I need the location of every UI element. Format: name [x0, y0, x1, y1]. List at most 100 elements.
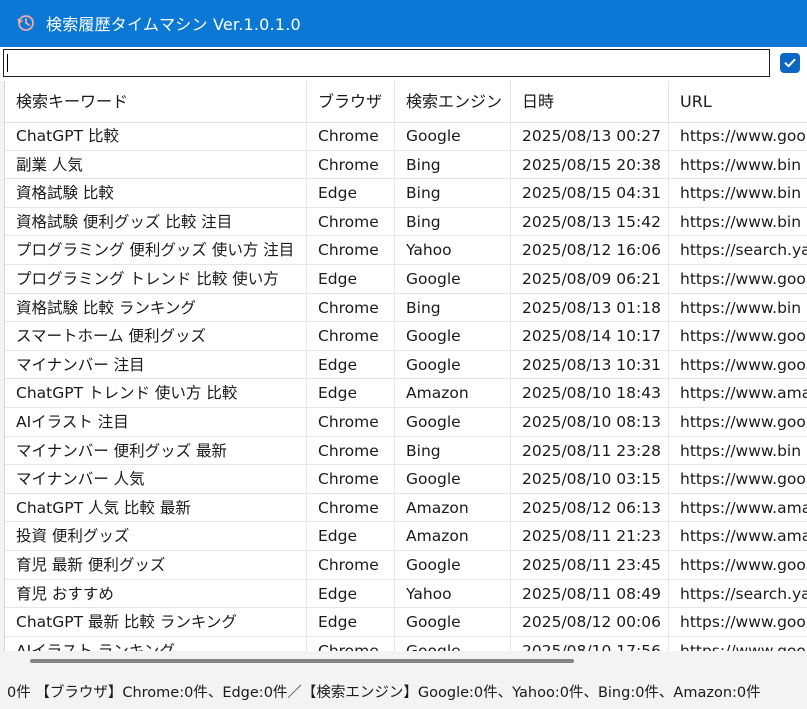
cell-browser: Edge — [307, 350, 395, 380]
scrollbar-thumb[interactable] — [30, 659, 574, 663]
table-row[interactable]: マイナンバー 便利グッズ 最新 Chrome Bing 2025/08/11 23:2… — [5, 436, 807, 466]
column-header-keyword[interactable]: 検索キーワード — [5, 81, 307, 122]
cell-datetime: 2025/08/11 08:49 — [511, 579, 669, 609]
cell-url: https://www.bin — [669, 179, 807, 208]
table-row[interactable]: 副業 人気 Chrome Bing 2025/08/15 20:38 https://w… — [5, 150, 807, 180]
table-row[interactable]: AIイラスト 注目 Chrome Google 2025/08/10 08:13 htt… — [5, 407, 807, 437]
cell-browser: Edge — [307, 579, 395, 609]
text-caret — [7, 54, 8, 72]
cell-keyword: ChatGPT 最新 比較 ランキング — [5, 608, 307, 637]
cell-url: https://www.goo — [669, 351, 807, 380]
cell-url: https://www.goo — [669, 465, 807, 494]
cell-datetime: 2025/08/13 10:31 — [511, 350, 669, 380]
cell-keyword: AIイラスト 注目 — [5, 407, 307, 437]
table-row[interactable]: マイナンバー 注目 Edge Google 2025/08/13 10:31 https… — [5, 350, 807, 380]
history-table[interactable]: 検索キーワード ブラウザ 検索エンジン 日時 URL ChatGPT 比較 Chr… — [4, 81, 807, 651]
table-row[interactable]: ChatGPT 人気 比較 最新 Chrome Amazon 2025/08/12 0… — [5, 493, 807, 523]
cell-datetime: 2025/08/11 23:28 — [511, 436, 669, 466]
table-row[interactable]: ChatGPT 最新 比較 ランキング Edge Google 2025/08/12 … — [5, 608, 807, 637]
table-row[interactable]: マイナンバー 人気 Chrome Google 2025/08/10 03:15 htt… — [5, 465, 807, 494]
table-row[interactable]: ChatGPT 比較 Chrome Google 2025/08/13 00:27 ht… — [5, 122, 807, 151]
table-body: ChatGPT 比較 Chrome Google 2025/08/13 00:27 ht… — [5, 122, 807, 651]
cell-browser: Chrome — [307, 293, 395, 323]
cell-url: https://www.bin — [669, 208, 807, 237]
cell-engine: Google — [395, 322, 511, 351]
cell-url: https://www.bin — [669, 294, 807, 323]
cell-engine: Google — [395, 407, 511, 437]
search-bar — [0, 46, 807, 81]
cell-keyword: プログラミング トレンド 比較 使い方 — [5, 264, 307, 294]
column-header-browser[interactable]: ブラウザ — [307, 81, 395, 122]
cell-browser: Chrome — [307, 436, 395, 466]
checkmark-icon — [784, 58, 796, 68]
column-header-engine[interactable]: 検索エンジン — [395, 81, 511, 122]
table-row[interactable]: 資格試験 比較 Edge Bing 2025/08/15 04:31 https://w… — [5, 179, 807, 208]
cell-datetime: 2025/08/13 15:42 — [511, 207, 669, 237]
cell-url: https://www.goo — [669, 122, 807, 151]
table-row[interactable]: 育児 おすすめ Edge Yahoo 2025/08/11 08:49 https://… — [5, 579, 807, 609]
cell-engine: Bing — [395, 150, 511, 180]
cell-datetime: 2025/08/15 20:38 — [511, 150, 669, 180]
column-header-url[interactable]: URL — [669, 81, 807, 122]
cell-datetime: 2025/08/09 06:21 — [511, 264, 669, 294]
table-row[interactable]: 投資 便利グッズ Edge Amazon 2025/08/11 21:23 https:… — [5, 522, 807, 551]
horizontal-scrollbar[interactable] — [4, 651, 807, 677]
table-row[interactable]: 育児 最新 便利グッズ Chrome Google 2025/08/11 23:45 h… — [5, 550, 807, 580]
cell-datetime: 2025/08/10 03:15 — [511, 465, 669, 494]
cell-browser: Chrome — [307, 322, 395, 351]
cell-engine: Google — [395, 636, 511, 651]
table-row[interactable]: 資格試験 比較 ランキング Chrome Bing 2025/08/13 01:18 h… — [5, 293, 807, 323]
cell-keyword: マイナンバー 注目 — [5, 350, 307, 380]
cell-url: https://www.goo — [669, 551, 807, 580]
cell-datetime: 2025/08/13 00:27 — [511, 122, 669, 151]
status-bar: 0件 【ブラウザ】Chrome:0件、Edge:0件／【検索エンジン】Googl… — [0, 677, 807, 709]
cell-browser: Edge — [307, 522, 395, 551]
cell-engine: Bing — [395, 207, 511, 237]
table-row[interactable]: プログラミング 便利グッズ 使い方 注目 Chrome Yahoo 2025/08/1… — [5, 236, 807, 265]
cell-url: https://www.goo — [669, 637, 807, 651]
cell-engine: Google — [395, 122, 511, 151]
cell-browser: Chrome — [307, 636, 395, 651]
filter-checkbox[interactable] — [780, 53, 800, 73]
table-row[interactable]: ChatGPT トレンド 使い方 比較 Edge Amazon 2025/08/10 … — [5, 379, 807, 408]
cell-url: https://www.ama — [669, 494, 807, 523]
cell-datetime: 2025/08/11 21:23 — [511, 522, 669, 551]
cell-engine: Bing — [395, 293, 511, 323]
cell-engine: Yahoo — [395, 236, 511, 265]
table-row[interactable]: プログラミング トレンド 比較 使い方 Edge Google 2025/08/09 … — [5, 264, 807, 294]
cell-engine: Bing — [395, 179, 511, 208]
cell-browser: Chrome — [307, 122, 395, 151]
table-row[interactable]: スマートホーム 便利グッズ Chrome Google 2025/08/14 10:1… — [5, 322, 807, 351]
cell-datetime: 2025/08/12 06:13 — [511, 493, 669, 523]
cell-browser: Chrome — [307, 150, 395, 180]
table-row[interactable]: 資格試験 便利グッズ 比較 注目 Chrome Bing 2025/08/13 15:… — [5, 207, 807, 237]
cell-keyword: 副業 人気 — [5, 150, 307, 180]
cell-keyword: スマートホーム 便利グッズ — [5, 322, 307, 351]
column-header-datetime[interactable]: 日時 — [511, 81, 669, 122]
table-row[interactable]: AIイラスト ランキング Chrome Google 2025/08/10 17:56… — [5, 636, 807, 651]
cell-browser: Chrome — [307, 550, 395, 580]
cell-keyword: 資格試験 便利グッズ 比較 注目 — [5, 207, 307, 237]
cell-url: https://www.bin — [669, 437, 807, 466]
cell-browser: Edge — [307, 264, 395, 294]
cell-browser: Chrome — [307, 465, 395, 494]
cell-keyword: ChatGPT トレンド 使い方 比較 — [5, 379, 307, 408]
cell-keyword: AIイラスト ランキング — [5, 636, 307, 651]
cell-engine: Google — [395, 264, 511, 294]
cell-url: https://www.goo — [669, 408, 807, 437]
cell-url: https://www.bin — [669, 151, 807, 180]
cell-keyword: マイナンバー 便利グッズ 最新 — [5, 436, 307, 466]
cell-datetime: 2025/08/13 01:18 — [511, 293, 669, 323]
cell-keyword: ChatGPT 人気 比較 最新 — [5, 493, 307, 523]
table-header: 検索キーワード ブラウザ 検索エンジン 日時 URL — [5, 81, 807, 123]
window-title: 検索履歴タイムマシン Ver.1.0.1.0 — [46, 15, 301, 34]
search-input[interactable] — [3, 49, 770, 77]
cell-datetime: 2025/08/15 04:31 — [511, 179, 669, 208]
cell-browser: Edge — [307, 608, 395, 637]
cell-keyword: 育児 最新 便利グッズ — [5, 550, 307, 580]
cell-url: https://www.goo — [669, 608, 807, 637]
cell-datetime: 2025/08/14 10:17 — [511, 322, 669, 351]
cell-keyword: マイナンバー 人気 — [5, 465, 307, 494]
cell-engine: Amazon — [395, 493, 511, 523]
cell-url: https://search.ya — [669, 236, 807, 265]
